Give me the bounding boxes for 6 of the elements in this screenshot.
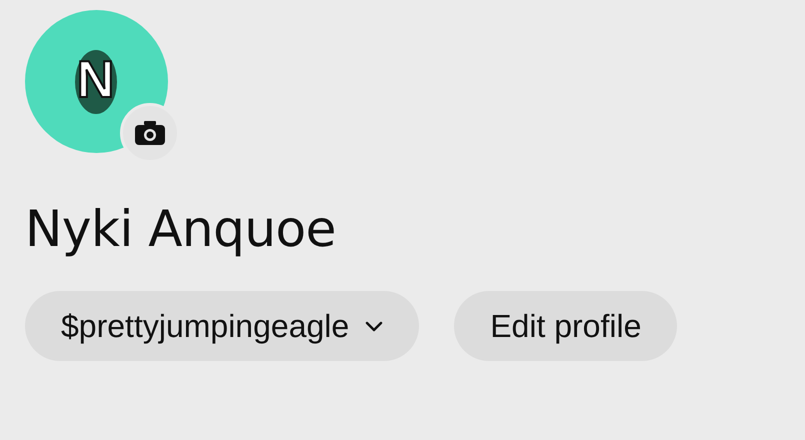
username-dropdown[interactable]: $prettyjumpingeagle [25,291,420,361]
avatar[interactable]: N [25,10,168,153]
profile-name: Nyki Anquoe [25,199,337,260]
camera-icon [135,121,165,145]
caret-icon [365,320,384,332]
edit-profile-button[interactable]: Edit profile [454,291,678,361]
